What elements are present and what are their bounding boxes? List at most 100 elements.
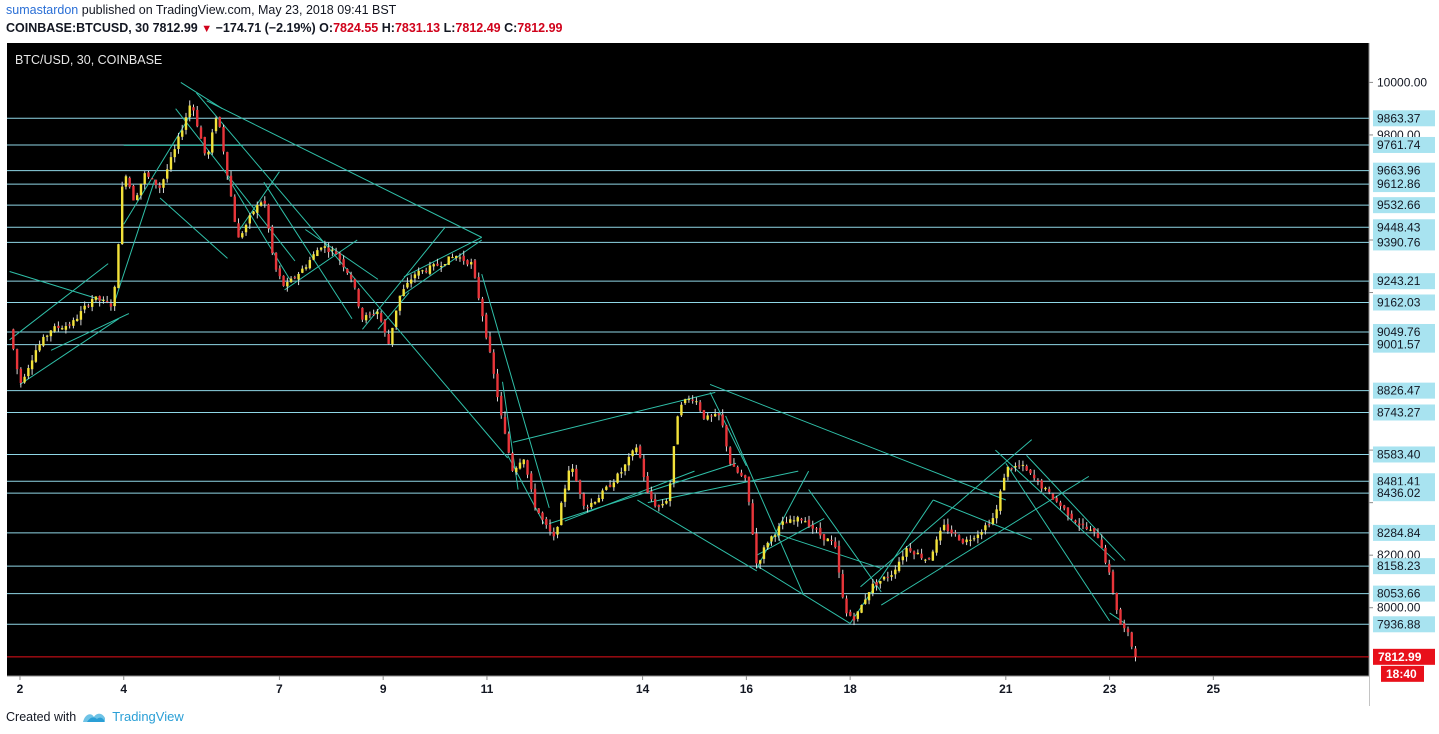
candle-body	[560, 502, 563, 526]
candle-body	[166, 169, 169, 179]
candle-body	[488, 336, 492, 352]
countdown-label: 18:40	[1386, 667, 1417, 681]
candle-body	[665, 501, 668, 504]
candle-body	[135, 195, 139, 201]
candle-body	[879, 580, 882, 584]
candle-body	[263, 200, 267, 204]
candle-body	[293, 277, 297, 279]
candle-body	[511, 453, 514, 471]
candle-body	[1036, 479, 1040, 481]
candle-body	[852, 616, 856, 621]
candle-body	[991, 518, 995, 524]
candle-body	[424, 270, 428, 272]
candle-body	[12, 329, 15, 349]
candle-body	[605, 486, 608, 490]
candle-body	[455, 256, 458, 258]
candle-body	[556, 526, 559, 535]
candle-body	[841, 574, 844, 598]
candle-body	[860, 605, 863, 613]
candle-body	[548, 524, 552, 532]
candle-body	[931, 551, 935, 561]
candle-body	[582, 493, 586, 506]
level-label: 8158.23	[1377, 559, 1421, 573]
candle-body	[552, 531, 555, 537]
candle-body	[346, 269, 349, 273]
candle-body	[661, 503, 664, 506]
candle-body	[762, 547, 766, 559]
author-link[interactable]: sumastardon	[6, 3, 78, 17]
candle-body	[800, 518, 803, 521]
candle-body	[785, 522, 788, 524]
candle-body	[1123, 623, 1126, 629]
candle-body	[901, 556, 905, 561]
candle-body	[278, 268, 282, 277]
candle-body	[946, 524, 950, 532]
candle-body	[939, 530, 942, 541]
candle-body	[428, 265, 432, 274]
candle-body	[233, 196, 236, 222]
candle-body	[987, 524, 991, 526]
candle-body	[477, 277, 480, 299]
candle-body	[687, 398, 691, 401]
candle-body	[593, 502, 597, 504]
candle-body	[214, 118, 218, 132]
candle-body	[590, 502, 593, 508]
candle-body	[353, 279, 357, 288]
candle-body	[668, 483, 672, 502]
candle-body	[432, 264, 435, 267]
candle-body	[924, 559, 927, 561]
candle-body	[1029, 469, 1032, 474]
candle-body	[304, 267, 308, 269]
candle-body	[575, 468, 578, 482]
candle-body	[650, 491, 653, 500]
candle-body	[226, 152, 229, 176]
candle-body	[657, 505, 661, 507]
open-label: O:	[319, 21, 334, 35]
candle-body	[147, 172, 150, 177]
candle-body	[120, 186, 124, 245]
candle-body	[638, 446, 642, 458]
candle-body	[1055, 497, 1058, 502]
candle-body	[627, 456, 631, 466]
candle-body	[443, 264, 447, 266]
candle-body	[267, 204, 270, 229]
candle-body	[856, 611, 859, 619]
time-tick-label: 2	[17, 682, 24, 696]
candle-body	[1115, 592, 1118, 611]
candle-body	[732, 463, 736, 467]
time-axis[interactable]	[7, 676, 1369, 706]
candle-body	[376, 311, 379, 315]
candle-body	[882, 576, 886, 580]
candle-body	[890, 575, 893, 577]
candle-body	[1063, 505, 1066, 509]
chart-title: BTC/USD, 30, COINBASE	[15, 53, 162, 67]
candle-body	[473, 260, 477, 278]
candle-body	[819, 527, 822, 536]
candle-body	[897, 561, 901, 571]
candle-body	[1085, 526, 1088, 530]
candle-body	[950, 529, 953, 534]
candle-body	[417, 270, 420, 276]
publish-info: sumastardon published on TradingView.com…	[6, 3, 396, 17]
candle-body	[364, 315, 368, 321]
candle-body	[413, 274, 417, 279]
candle-body	[822, 534, 826, 541]
candle-body	[740, 472, 743, 476]
candle-body	[1010, 468, 1013, 470]
candle-body	[327, 247, 330, 253]
candle-body	[586, 507, 589, 509]
candle-body	[252, 211, 255, 215]
price-chart[interactable]: 10000.009800.008200.008000.00 9863.37976…	[0, 43, 1439, 706]
tradingview-brand-link[interactable]: TradingView	[112, 709, 184, 724]
candle-body	[286, 282, 289, 287]
candle-body	[612, 482, 616, 488]
candle-body	[154, 179, 158, 186]
candle-body	[710, 415, 713, 417]
candle-body	[316, 250, 319, 257]
candle-body	[608, 484, 612, 487]
close-label: C:	[504, 21, 518, 35]
candle-body	[496, 373, 499, 398]
low-value: 7812.49	[455, 21, 501, 35]
candle-body	[796, 517, 799, 522]
time-tick-label: 21	[999, 682, 1013, 696]
